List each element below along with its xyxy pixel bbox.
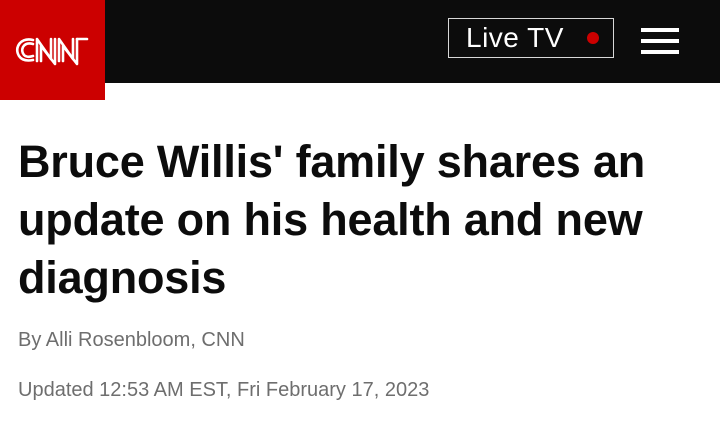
cnn-logo-icon [15, 37, 88, 66]
byline-source: , CNN [190, 329, 245, 351]
article-header: Bruce Willis' family shares an update on… [18, 133, 708, 403]
live-tv-button[interactable]: Live TV [448, 18, 614, 58]
article-headline: Bruce Willis' family shares an update on… [18, 136, 646, 303]
article-timestamp: Updated 12:53 AM EST, Fri February 17, 2… [18, 379, 430, 401]
live-dot-icon [587, 32, 599, 44]
hamburger-menu-icon[interactable] [641, 27, 679, 55]
byline: By Alli Rosenbloom, CNN [18, 327, 708, 353]
byline-prefix: By [18, 329, 46, 351]
menu-line [641, 28, 679, 32]
menu-line [641, 39, 679, 43]
live-tv-label: Live TV [466, 22, 564, 53]
site-header: Live TV [0, 0, 720, 100]
menu-line [641, 50, 679, 54]
author-link[interactable]: Alli Rosenbloom [46, 329, 191, 351]
cnn-logo[interactable] [0, 0, 105, 100]
